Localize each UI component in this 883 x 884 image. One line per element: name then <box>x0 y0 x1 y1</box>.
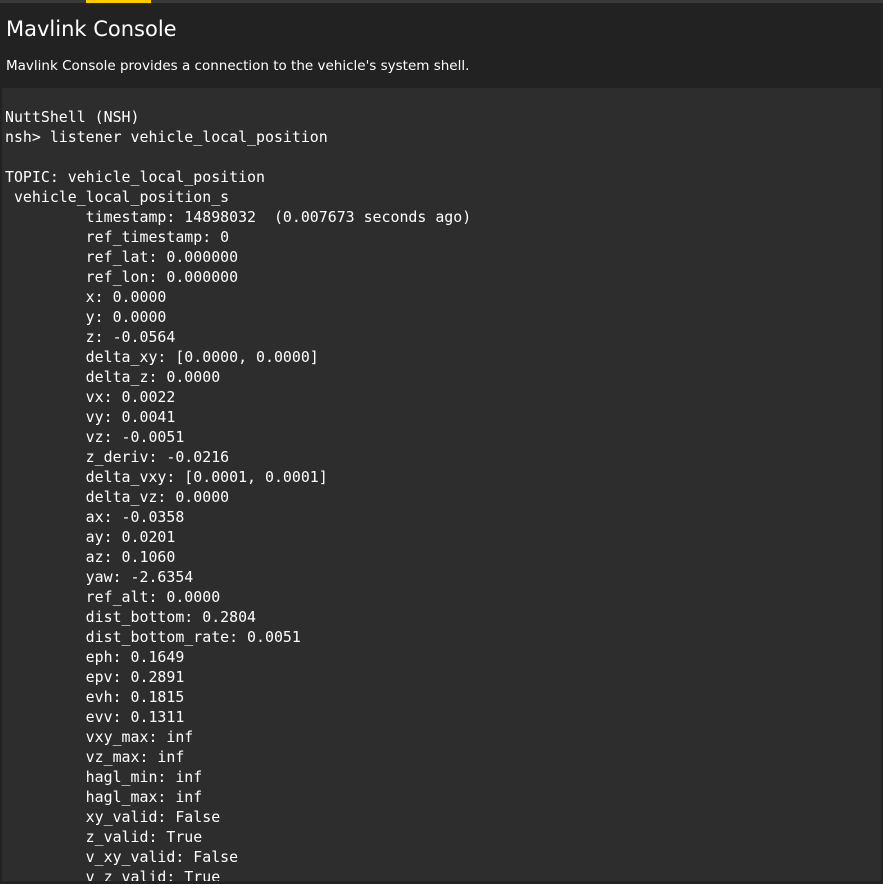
console-line: ax: -0.0358 <box>5 508 185 526</box>
console-line: dist_bottom_rate: 0.0051 <box>5 628 301 646</box>
console-line: TOPIC: vehicle_local_position <box>5 168 265 186</box>
console-line: hagl_max: inf <box>5 788 203 806</box>
console-line: v_xy_valid: False <box>5 848 239 866</box>
console-line: delta_z: 0.0000 <box>5 368 221 386</box>
console-line: ref_alt: 0.0000 <box>5 588 221 606</box>
console-line: z: -0.0564 <box>5 328 176 346</box>
console-line: yaw: -2.6354 <box>5 568 194 586</box>
console-line: dist_bottom: 0.2804 <box>5 608 257 626</box>
console-line: vz_max: inf <box>5 748 185 766</box>
console-line: vz: -0.0051 <box>5 428 185 446</box>
page-header: Mavlink Console Mavlink Console provides… <box>0 3 883 88</box>
mavlink-console-output[interactable]: NuttShell (NSH) nsh> listener vehicle_loc… <box>2 88 881 881</box>
console-line: v_z_valid: True <box>5 868 221 881</box>
console-line: nsh> listener vehicle_local_position <box>5 128 328 146</box>
console-line: az: 0.1060 <box>5 548 176 566</box>
console-line: ref_lat: 0.000000 <box>5 248 239 266</box>
console-line: epv: 0.2891 <box>5 668 185 686</box>
console-line: xy_valid: False <box>5 808 221 826</box>
console-line: z_deriv: -0.0216 <box>5 448 230 466</box>
console-line: x: 0.0000 <box>5 288 167 306</box>
console-line: timestamp: 14898032 (0.007673 seconds ag… <box>5 208 472 226</box>
console-line: vy: 0.0041 <box>5 408 176 426</box>
console-line: vxy_max: inf <box>5 728 194 746</box>
console-line: y: 0.0000 <box>5 308 167 326</box>
console-line: ref_timestamp: 0 <box>5 228 230 246</box>
console-line: delta_vz: 0.0000 <box>5 488 230 506</box>
console-line: NuttShell (NSH) <box>5 108 140 126</box>
console-line: hagl_min: inf <box>5 768 203 786</box>
console-line: vehicle_local_position_s <box>5 188 230 206</box>
page-title: Mavlink Console <box>6 17 177 41</box>
console-line: z_valid: True <box>5 828 203 846</box>
page-description: Mavlink Console provides a connection to… <box>6 58 470 74</box>
console-line: evv: 0.1311 <box>5 708 185 726</box>
console-line: delta_xy: [0.0000, 0.0000] <box>5 348 319 366</box>
console-line: ay: 0.0201 <box>5 528 176 546</box>
console-line: evh: 0.1815 <box>5 688 185 706</box>
console-line: eph: 0.1649 <box>5 648 185 666</box>
console-line: ref_lon: 0.000000 <box>5 268 239 286</box>
console-line: delta_vxy: [0.0001, 0.0001] <box>5 468 328 486</box>
console-text: NuttShell (NSH) nsh> listener vehicle_loc… <box>5 107 471 881</box>
console-line: vx: 0.0022 <box>5 388 176 406</box>
